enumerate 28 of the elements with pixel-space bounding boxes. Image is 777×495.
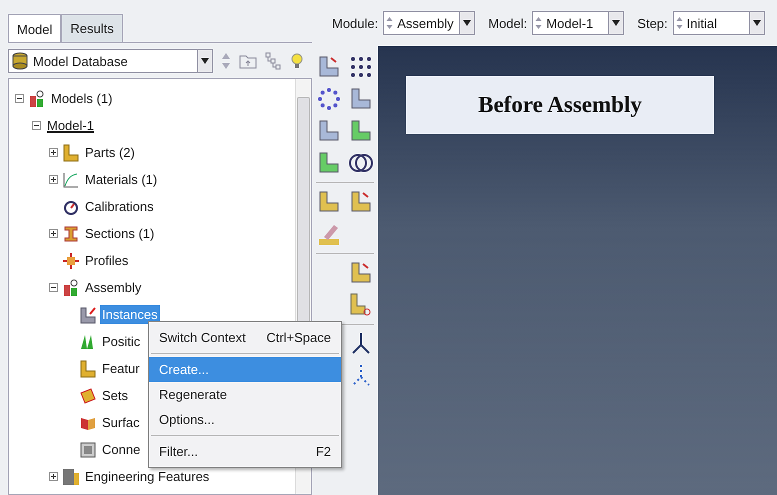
tab[interactable]: Model: [8, 14, 62, 42]
menu-item[interactable]: Options...: [149, 407, 341, 432]
dropdown[interactable]: Initial: [672, 11, 765, 35]
dropdown[interactable]: Model-1: [532, 11, 624, 35]
tree-item[interactable]: Engineering Features: [83, 467, 212, 486]
tree-item[interactable]: Model-1: [45, 116, 96, 135]
combo-label: Model:: [488, 16, 528, 30]
menu-item[interactable]: Regenerate: [149, 382, 341, 407]
tree-item[interactable]: Parts (2): [83, 143, 137, 162]
tree-item[interactable]: Surfac: [100, 413, 142, 432]
menu-item[interactable]: Switch Context Ctrl+Space: [149, 325, 341, 350]
tree-item[interactable]: Calibrations: [83, 197, 156, 216]
tree-item[interactable]: Featur: [100, 359, 142, 378]
combo-label: Module:: [332, 16, 378, 30]
tree-item[interactable]: Conne: [100, 440, 142, 459]
tree-item[interactable]: Sets: [100, 386, 130, 405]
tree-item[interactable]: Assembly: [83, 278, 144, 297]
tree-item[interactable]: Sections (1): [83, 224, 156, 243]
tree-item[interactable]: Positic: [100, 332, 142, 351]
database-dropdown[interactable]: Model Database: [8, 49, 213, 73]
menu-item[interactable]: Filter... F2: [149, 439, 341, 464]
tree-item[interactable]: Models (1): [49, 89, 114, 108]
tree-item[interactable]: Materials (1): [83, 170, 160, 189]
combo-label: Step:: [637, 16, 668, 30]
tree-item[interactable]: Profiles: [83, 251, 130, 270]
dropdown[interactable]: Assembly: [383, 11, 476, 35]
viewport-title: Before Assembly: [406, 76, 714, 134]
tab[interactable]: Results: [61, 14, 123, 42]
